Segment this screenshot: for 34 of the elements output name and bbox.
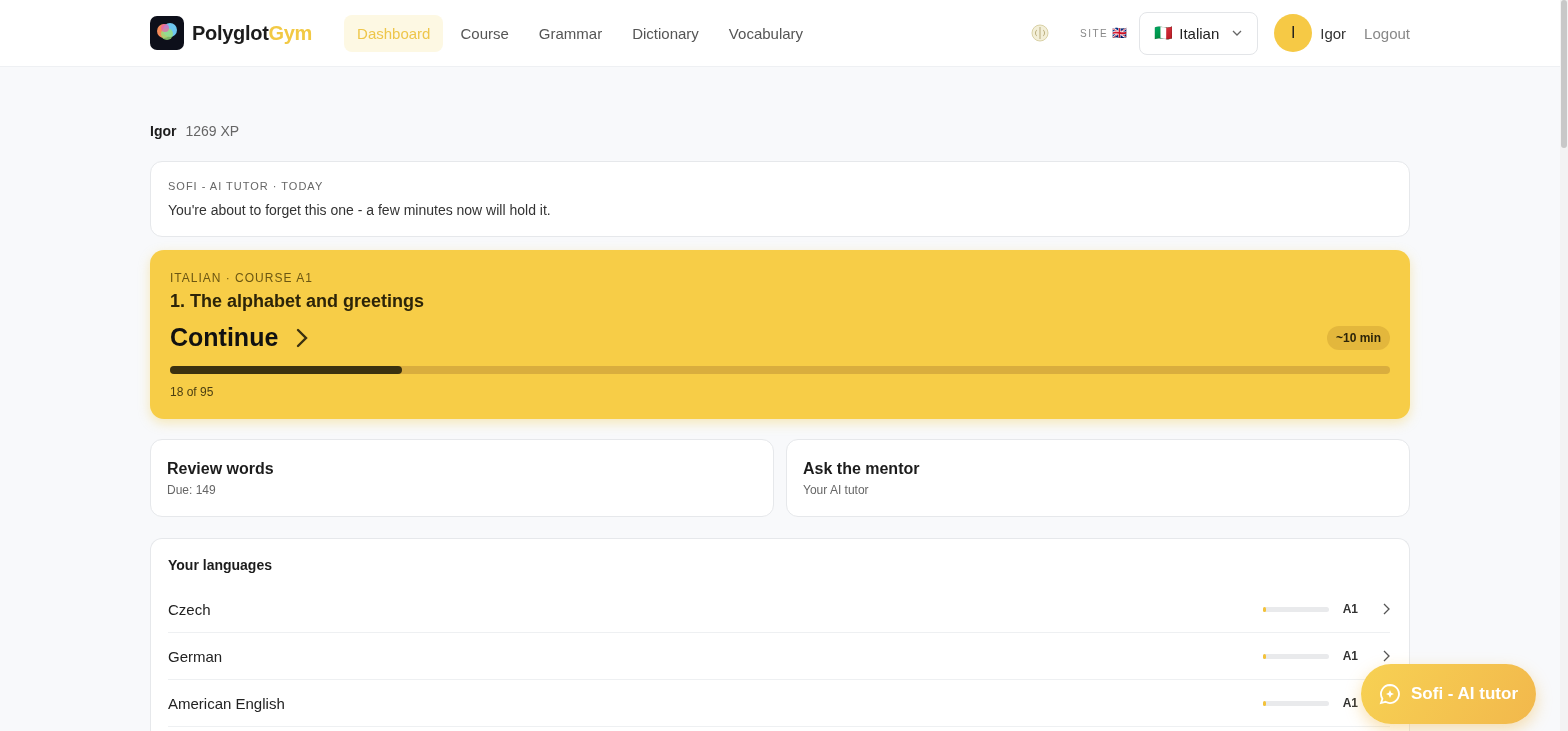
panel-title: Your languages bbox=[168, 557, 273, 573]
site-label: SITE bbox=[1080, 27, 1109, 39]
user-avatar[interactable]: I bbox=[1274, 14, 1313, 52]
logout-link[interactable]: Logout bbox=[1364, 24, 1410, 42]
card-title: Review words bbox=[167, 460, 275, 478]
nav-tab[interactable]: Grammar bbox=[525, 14, 616, 52]
language-name[interactable]: Czech bbox=[168, 600, 211, 618]
card-title: Ask the mentor bbox=[803, 460, 921, 478]
user-name[interactable]: Igor bbox=[1320, 24, 1347, 42]
uk-flag-icon[interactable]: 🇬🇧 bbox=[1112, 26, 1128, 40]
level-grade: A1 bbox=[1342, 696, 1358, 710]
level-grade: A1 bbox=[1342, 649, 1358, 663]
course-card[interactable]: ITALIAN · COURSE A1 1. The alphabet and greetings Continue ~10 min 18 of 95 bbox=[150, 250, 1410, 419]
continue-link[interactable]: Continue bbox=[170, 323, 279, 352]
language-name[interactable]: American English bbox=[168, 694, 285, 712]
nav-tab[interactable]: Vocabulary bbox=[715, 14, 817, 52]
note-text: You're about to forget this one - a few minutes now will hold it. bbox=[168, 202, 552, 218]
lesson-title: 1. The alphabet and greetings bbox=[170, 291, 426, 312]
action-card[interactable]: Ask the mentor Your AI tutor bbox=[786, 439, 1410, 517]
brand-name[interactable]: PolyglotGym bbox=[192, 21, 313, 45]
nav-tab[interactable]: Course bbox=[447, 14, 522, 52]
progress-text: 18 of 95 bbox=[170, 385, 215, 399]
card-subtitle: Due: 149 bbox=[167, 483, 217, 497]
course-label: ITALIAN · COURSE A1 bbox=[170, 271, 314, 285]
language-select[interactable]: 🇮🇹 Italian bbox=[1139, 11, 1259, 55]
card-subtitle: Your AI tutor bbox=[803, 483, 870, 497]
profile-name: Igor bbox=[150, 123, 177, 139]
xp-count: 1269 XP bbox=[185, 123, 240, 139]
nav-tab[interactable]: Dictionary bbox=[619, 14, 712, 52]
duration-badge: ~10 min bbox=[1326, 325, 1390, 350]
action-card[interactable]: Review words Due: 149 bbox=[150, 439, 774, 517]
language-name[interactable]: German bbox=[168, 647, 223, 665]
note-heading: SOFI - AI TUTOR · TODAY bbox=[168, 180, 325, 192]
level-grade: A1 bbox=[1342, 602, 1358, 616]
